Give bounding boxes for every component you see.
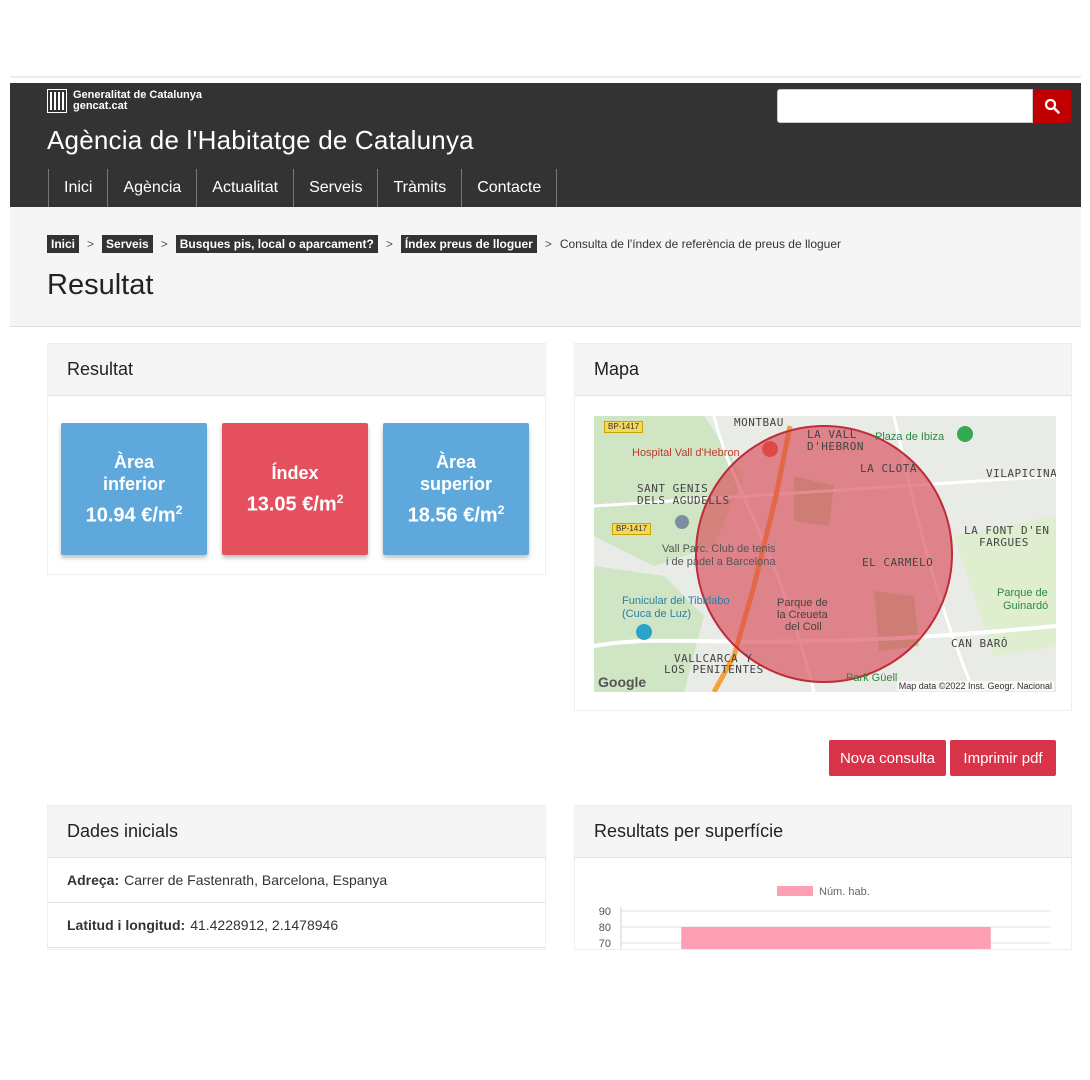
map-panel: Mapa BP-1417 BP-1417 MONTBAU LA VALL D'H…	[574, 343, 1072, 711]
card-value: 18.56 €/m2	[407, 502, 505, 527]
breadcrumb-current: Consulta de l'índex de referència de pre…	[559, 237, 842, 251]
map-label-la-clota: LA CLOTA	[860, 462, 917, 475]
card-value: 10.94 €/m2	[85, 502, 183, 527]
nova-consulta-button[interactable]: Nova consulta	[829, 740, 946, 776]
map-poi-vall-parc-2: i de pàdel a Barcelona	[666, 556, 776, 568]
map-poi-hospital: Hospital Vall d'Hebron	[632, 447, 740, 459]
address-value: Carrer de Fastenrath, Barcelona, Espanya	[124, 872, 388, 888]
road-tag: BP-1417	[604, 421, 644, 433]
map-poi-funicular: Funicular del Tibidabo	[622, 595, 730, 607]
map-poi-vall-parc: Vall Parc. Club de tenis	[662, 543, 776, 555]
map-attribution[interactable]: Map data ©2022 Inst. Geogr. Nacional	[896, 681, 1054, 691]
map-label-el-carmelo: EL CARMELO	[862, 556, 934, 569]
breadcrumb-separator: >	[385, 237, 393, 251]
search-input[interactable]	[777, 89, 1033, 123]
y-tick-label: 70	[599, 938, 611, 950]
map-label-vilapicina: VILAPICINA	[986, 467, 1056, 480]
surface-chart: Núm. hab. 90 80 70	[599, 886, 1051, 950]
gencat-logo-icon	[47, 89, 67, 113]
initial-data-title: Dades inicials	[48, 806, 545, 858]
breadcrumb-link-serveis[interactable]: Serveis	[102, 235, 153, 253]
card-label: Àrea inferior	[102, 451, 165, 494]
address-row: Adreça: Carrer de Fastenrath, Barcelona,…	[48, 858, 545, 903]
address-label: Adreça:	[67, 872, 120, 888]
breadcrumb: Inici > Serveis > Busques pis, local o a…	[47, 235, 841, 253]
map-poi-guinardo: Parque de	[997, 587, 1048, 599]
result-cards: Àrea inferior 10.94 €/m2 Índex 13.05 €/m…	[61, 423, 529, 555]
map-label-montbau: MONTBAU	[734, 416, 784, 429]
initial-data-panel: Dades inicials Adreça: Carrer de Fastenr…	[47, 805, 546, 950]
map-label-penitentes: LOS PENITENTES	[664, 663, 764, 676]
breadcrumb-separator: >	[160, 237, 168, 251]
result-panel-title: Resultat	[48, 344, 545, 396]
main-nav: Inici Agència Actualitat Serveis Tràmits…	[48, 169, 558, 207]
latlng-label: Latitud i longitud:	[67, 917, 186, 933]
y-tick-label: 80	[599, 922, 611, 934]
gencat-brand[interactable]: Generalitat de Catalunya gencat.cat	[47, 89, 202, 113]
map-poi-creueta-3: del Coll	[785, 621, 822, 633]
latlng-row: Latitud i longitud: 41.4228912, 2.147894…	[48, 903, 545, 948]
breadcrumb-link-inici[interactable]: Inici	[47, 235, 80, 253]
nav-item-agencia[interactable]: Agència	[107, 169, 196, 207]
surface-panel: Resultats per superfície Núm. hab. 90 80 70	[574, 805, 1072, 950]
card-label: Àrea superior	[419, 451, 493, 494]
search-icon	[1044, 98, 1060, 114]
map-label-can-baro: CAN BARÓ	[951, 637, 1008, 650]
map-poi-park-guell: Park Güell	[846, 672, 898, 684]
map-panel-title: Mapa	[575, 344, 1071, 396]
nav-item-actualitat[interactable]: Actualitat	[196, 169, 293, 207]
map-label-fargues: FARGUES	[979, 536, 1029, 549]
breadcrumb-link-index[interactable]: Índex preus de lloguer	[400, 235, 537, 253]
map-poi-cuca-de-luz: (Cuca de Luz)	[622, 608, 692, 620]
imprimir-pdf-button[interactable]: Imprimir pdf	[950, 740, 1056, 776]
breadcrumb-band: Inici > Serveis > Busques pis, local o a…	[10, 207, 1081, 327]
breadcrumb-separator: >	[87, 237, 95, 251]
map-label-agudells: DELS AGUDELLS	[637, 494, 730, 507]
legend-swatch[interactable]	[777, 886, 813, 896]
card-index: Índex 13.05 €/m2	[222, 423, 368, 555]
map-poi-guinardo-2: Guinardó	[1003, 600, 1049, 612]
legend-label: Núm. hab.	[819, 886, 870, 898]
nav-item-inici[interactable]: Inici	[48, 169, 107, 207]
latlng-value: 41.4228912, 2.1478946	[190, 917, 339, 933]
card-value: 13.05 €/m2	[246, 491, 344, 516]
card-area-superior: Àrea superior 18.56 €/m2	[383, 423, 529, 555]
map-label-hebron: D'HEBRON	[807, 440, 864, 453]
road-tag: BP-1417	[612, 523, 652, 535]
nav-item-contacte[interactable]: Contacte	[461, 169, 558, 207]
result-panel: Resultat Àrea inferior 10.94 €/m2 Índex …	[47, 343, 546, 575]
google-logo: Google	[598, 674, 647, 690]
chart-bar[interactable]	[681, 927, 991, 950]
y-tick-label: 90	[599, 906, 611, 918]
breadcrumb-link-busques[interactable]: Busques pis, local o aparcament?	[175, 235, 378, 253]
top-divider	[10, 76, 1081, 78]
map[interactable]: BP-1417 BP-1417 MONTBAU LA VALL D'HEBRON…	[594, 416, 1056, 692]
site-title[interactable]: Agència de l'Habitatge de Catalunya	[47, 125, 474, 156]
card-label: Índex	[271, 462, 319, 483]
brand-line2: gencat.cat	[73, 100, 128, 112]
page-title: Resultat	[47, 269, 154, 301]
card-area-inferior: Àrea inferior 10.94 €/m2	[61, 423, 207, 555]
breadcrumb-separator: >	[544, 237, 552, 251]
brand-text: Generalitat de Catalunya gencat.cat	[73, 90, 202, 112]
search-button[interactable]	[1033, 89, 1071, 123]
surface-panel-title: Resultats per superfície	[575, 806, 1071, 858]
nav-item-tramits[interactable]: Tràmits	[377, 169, 461, 207]
site-header: Generalitat de Catalunya gencat.cat Agèn…	[10, 83, 1081, 207]
map-poi-plaza-ibiza: Plaza de Ibiza	[875, 431, 945, 443]
nav-item-serveis[interactable]: Serveis	[293, 169, 377, 207]
